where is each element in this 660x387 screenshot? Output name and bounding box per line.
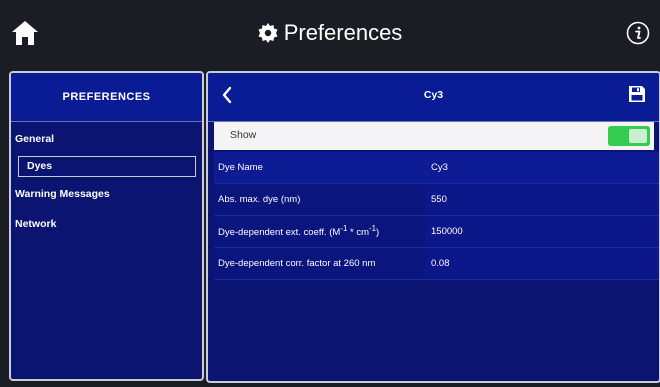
table-row: Dye-dependent ext. coeff. (M-1 * cm-1) 1… (214, 215, 659, 248)
detail-title: Cy3 (423, 89, 444, 101)
sidebar-header: PREFERENCES (11, 73, 202, 122)
ext-coeff-close: ) (376, 227, 380, 239)
table-row: Dye Name Cy3 (214, 152, 659, 184)
ext-coeff-exp-2: -1 (369, 224, 377, 234)
sidebar-item-network[interactable]: Network (11, 209, 202, 239)
property-name: Dye Name (214, 152, 425, 184)
page-title: Preferences (0, 18, 660, 48)
dye-detail-panel: Cy3 Show Dye Name Cy3 Abs. max. dye (nm)… (206, 71, 660, 383)
sidebar-item-warning-messages[interactable]: Warning Messages (11, 179, 202, 209)
property-value[interactable]: Cy3 (425, 152, 659, 184)
sidebar-item-dyes[interactable]: Dyes (18, 156, 196, 177)
preferences-sidebar: PREFERENCES General Dyes Warning Message… (9, 71, 204, 381)
show-toggle[interactable] (608, 126, 650, 146)
property-name: Dye-dependent corr. factor at 260 nm (214, 247, 425, 280)
show-row: Show (214, 122, 654, 150)
dye-properties-table: Dye Name Cy3 Abs. max. dye (nm) 550 Dye-… (214, 152, 659, 280)
gear-icon (258, 23, 278, 43)
ext-coeff-label: Dye-dependent ext. coeff. (M (218, 227, 341, 239)
toggle-knob (629, 129, 647, 143)
property-value[interactable]: 0.08 (425, 247, 659, 280)
sidebar-item-general[interactable]: General (11, 124, 202, 154)
info-icon[interactable] (626, 21, 650, 45)
page-title-text: Preferences (283, 20, 403, 45)
top-bar: Preferences (0, 0, 660, 66)
property-value[interactable]: 150000 (425, 215, 659, 248)
table-row: Abs. max. dye (nm) 550 (214, 183, 659, 216)
table-row: Dye-dependent corr. factor at 260 nm 0.0… (214, 247, 659, 280)
property-value[interactable]: 550 (425, 183, 659, 216)
ext-coeff-mid: * cm (347, 227, 370, 239)
detail-header: Cy3 (208, 73, 659, 122)
save-icon[interactable] (627, 84, 647, 104)
property-name: Dye-dependent ext. coeff. (M-1 * cm-1) (214, 215, 425, 248)
property-name: Abs. max. dye (nm) (214, 183, 425, 216)
show-label: Show (230, 129, 257, 141)
